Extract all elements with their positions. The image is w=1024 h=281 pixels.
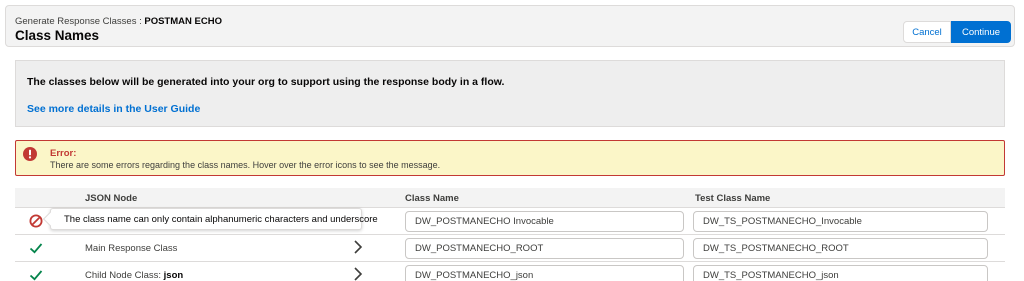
check-icon: [29, 243, 43, 254]
tooltip-text: The class name can only contain alphanum…: [64, 214, 378, 225]
test-class-name-input[interactable]: [693, 211, 988, 232]
error-status-icon[interactable]: [29, 214, 43, 228]
json-node-label: Main Response Class: [85, 243, 178, 254]
error-banner: Error: There are some errors regarding t…: [15, 140, 1005, 176]
cancel-button[interactable]: Cancel: [903, 21, 951, 43]
class-name-input[interactable]: [405, 265, 684, 281]
service-name: POSTMAN ECHO: [144, 16, 222, 27]
class-name-input[interactable]: [405, 238, 684, 259]
column-header-class-name: Class Name: [405, 193, 459, 204]
table-row: Main Response Class: [15, 235, 1005, 262]
test-class-name-input[interactable]: [693, 238, 988, 259]
error-title: Error:: [50, 148, 77, 159]
info-panel: The classes below will be generated into…: [15, 60, 1005, 127]
chevron-right-icon[interactable]: [353, 266, 363, 281]
chevron-right-icon[interactable]: [353, 239, 363, 255]
error-icon: [23, 147, 37, 161]
class-name-input[interactable]: [405, 211, 684, 232]
column-header-json-node: JSON Node: [85, 193, 138, 204]
table-header: JSON Node Class Name Test Class Name: [15, 188, 1005, 208]
json-node-name: json: [163, 270, 184, 281]
user-guide-link[interactable]: See more details in the User Guide: [27, 103, 200, 115]
info-message: The classes below will be generated into…: [27, 76, 505, 88]
table-row: Child Node Class: json: [15, 262, 1005, 281]
check-icon: [29, 270, 43, 281]
column-header-test-class-name: Test Class Name: [695, 193, 771, 204]
page-header: Generate Response Classes : POSTMAN ECHO…: [5, 5, 1015, 47]
page-title: Class Names: [15, 28, 100, 43]
error-message: There are some errors regarding the clas…: [50, 160, 441, 170]
error-tooltip: The class name can only contain alphanum…: [42, 208, 378, 230]
test-class-name-input[interactable]: [693, 265, 988, 281]
page-subtitle: Generate Response Classes : POSTMAN ECHO: [15, 16, 222, 27]
json-node-label: Child Node Class: json: [85, 270, 184, 281]
continue-button[interactable]: Continue: [951, 21, 1011, 43]
